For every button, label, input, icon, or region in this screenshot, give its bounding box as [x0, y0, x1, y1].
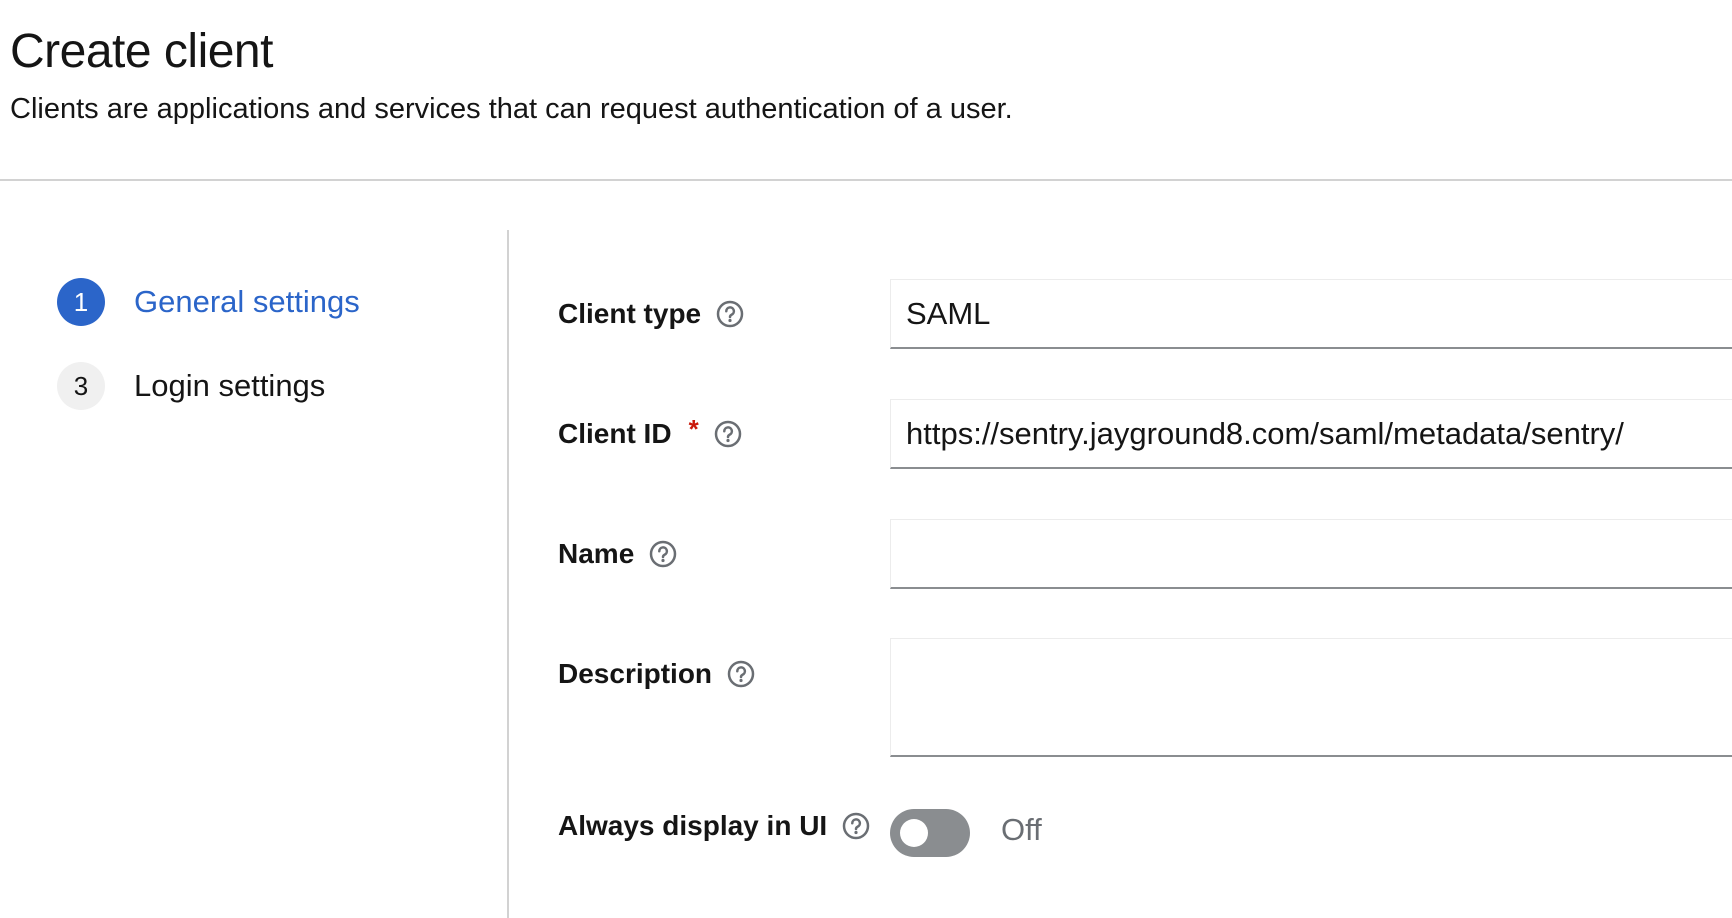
client-type-label-group: Client type [558, 298, 745, 330]
step-number: 1 [57, 278, 105, 326]
page-title: Create client [10, 25, 273, 78]
nav-divider [507, 230, 509, 918]
client-id-label: Client ID [558, 418, 672, 449]
question-circle-icon[interactable] [715, 299, 745, 329]
question-circle-icon[interactable] [726, 659, 756, 689]
name-label-group: Name [558, 538, 678, 570]
client-id-label-group: Client ID * [558, 414, 743, 450]
always-display-label-group: Always display in UI [558, 810, 871, 842]
description-textarea[interactable] [890, 638, 1732, 757]
description-label-group: Description [558, 658, 756, 690]
toggle-knob [900, 819, 928, 847]
always-display-label: Always display in UI [558, 810, 828, 841]
step-number: 3 [57, 362, 105, 410]
client-type-select[interactable] [890, 279, 1732, 349]
wizard-step-login-settings[interactable]: 3 Login settings [57, 362, 325, 410]
header-divider [0, 179, 1732, 181]
name-input[interactable] [890, 519, 1732, 589]
wizard-nav: 1 General settings 3 Login settings [0, 230, 507, 918]
description-label: Description [558, 658, 713, 689]
page-subtitle: Clients are applications and services th… [10, 93, 1013, 125]
step-label: General settings [134, 284, 360, 319]
name-label: Name [558, 538, 635, 569]
toggle-state-label: Off [1001, 812, 1042, 847]
required-indicator: * [688, 413, 699, 444]
step-label: Login settings [134, 368, 326, 403]
question-circle-icon[interactable] [841, 811, 871, 841]
client-id-input[interactable] [890, 399, 1732, 469]
question-circle-icon[interactable] [648, 539, 678, 569]
wizard-step-general-settings[interactable]: 1 General settings [57, 278, 360, 326]
question-circle-icon[interactable] [713, 419, 743, 449]
always-display-toggle[interactable] [890, 809, 970, 857]
client-type-label: Client type [558, 298, 702, 329]
